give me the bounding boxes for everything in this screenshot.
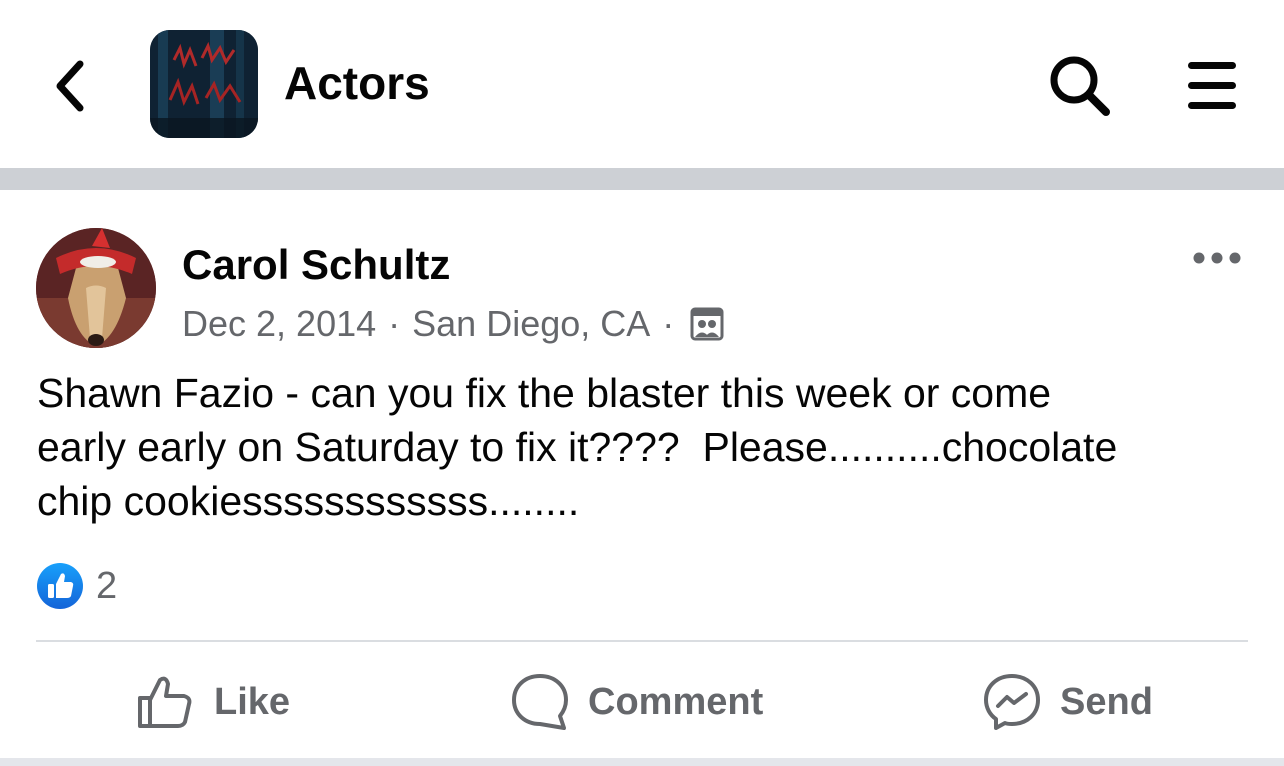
comment-button[interactable]: Comment: [510, 672, 763, 732]
reaction-count: 2: [96, 565, 118, 607]
post-location[interactable]: San Diego, CA: [412, 302, 650, 346]
group-title[interactable]: Actors: [284, 56, 430, 110]
like-label: Like: [214, 680, 291, 723]
back-button[interactable]: [46, 56, 96, 116]
post-date[interactable]: Dec 2, 2014: [182, 302, 376, 346]
post-author[interactable]: Carol Schultz: [182, 240, 450, 290]
top-navigation-bar: Actors: [0, 0, 1284, 168]
send-label: Send: [1060, 680, 1153, 723]
bottom-divider: [0, 758, 1284, 766]
menu-button[interactable]: [1186, 58, 1238, 114]
reaction-summary[interactable]: 2: [36, 562, 117, 610]
thumbs-up-icon: [138, 676, 192, 728]
group-audience-icon: [690, 307, 724, 341]
chevron-left-icon: [56, 60, 84, 112]
more-options-icon: [1193, 252, 1241, 264]
like-reaction-icon: [37, 563, 83, 609]
like-button[interactable]: Like: [136, 672, 290, 732]
search-icon: [1050, 56, 1110, 116]
avatar[interactable]: [36, 228, 156, 348]
avatar-image: [36, 228, 156, 348]
meta-separator: ·: [388, 303, 401, 344]
post-action-divider: [36, 640, 1248, 642]
post-card: Carol Schultz Dec 2, 2014 · San Diego, C…: [0, 190, 1284, 766]
group-cover-thumbnail[interactable]: [150, 30, 258, 138]
post-body-text: Shawn Fazio - can you fix the blaster th…: [37, 370, 1118, 524]
comment-label: Comment: [588, 680, 764, 723]
search-button[interactable]: [1046, 52, 1114, 120]
post-meta: Dec 2, 2014 · San Diego, CA ·: [182, 302, 724, 346]
section-divider: [0, 168, 1284, 190]
meta-separator: ·: [662, 303, 675, 344]
post-more-options-button[interactable]: [1190, 246, 1244, 270]
group-cover-image: [150, 30, 258, 138]
comment-bubble-icon: [512, 674, 568, 730]
hamburger-menu-icon: [1188, 62, 1236, 109]
messenger-icon: [984, 674, 1040, 730]
send-button[interactable]: Send: [982, 672, 1153, 732]
